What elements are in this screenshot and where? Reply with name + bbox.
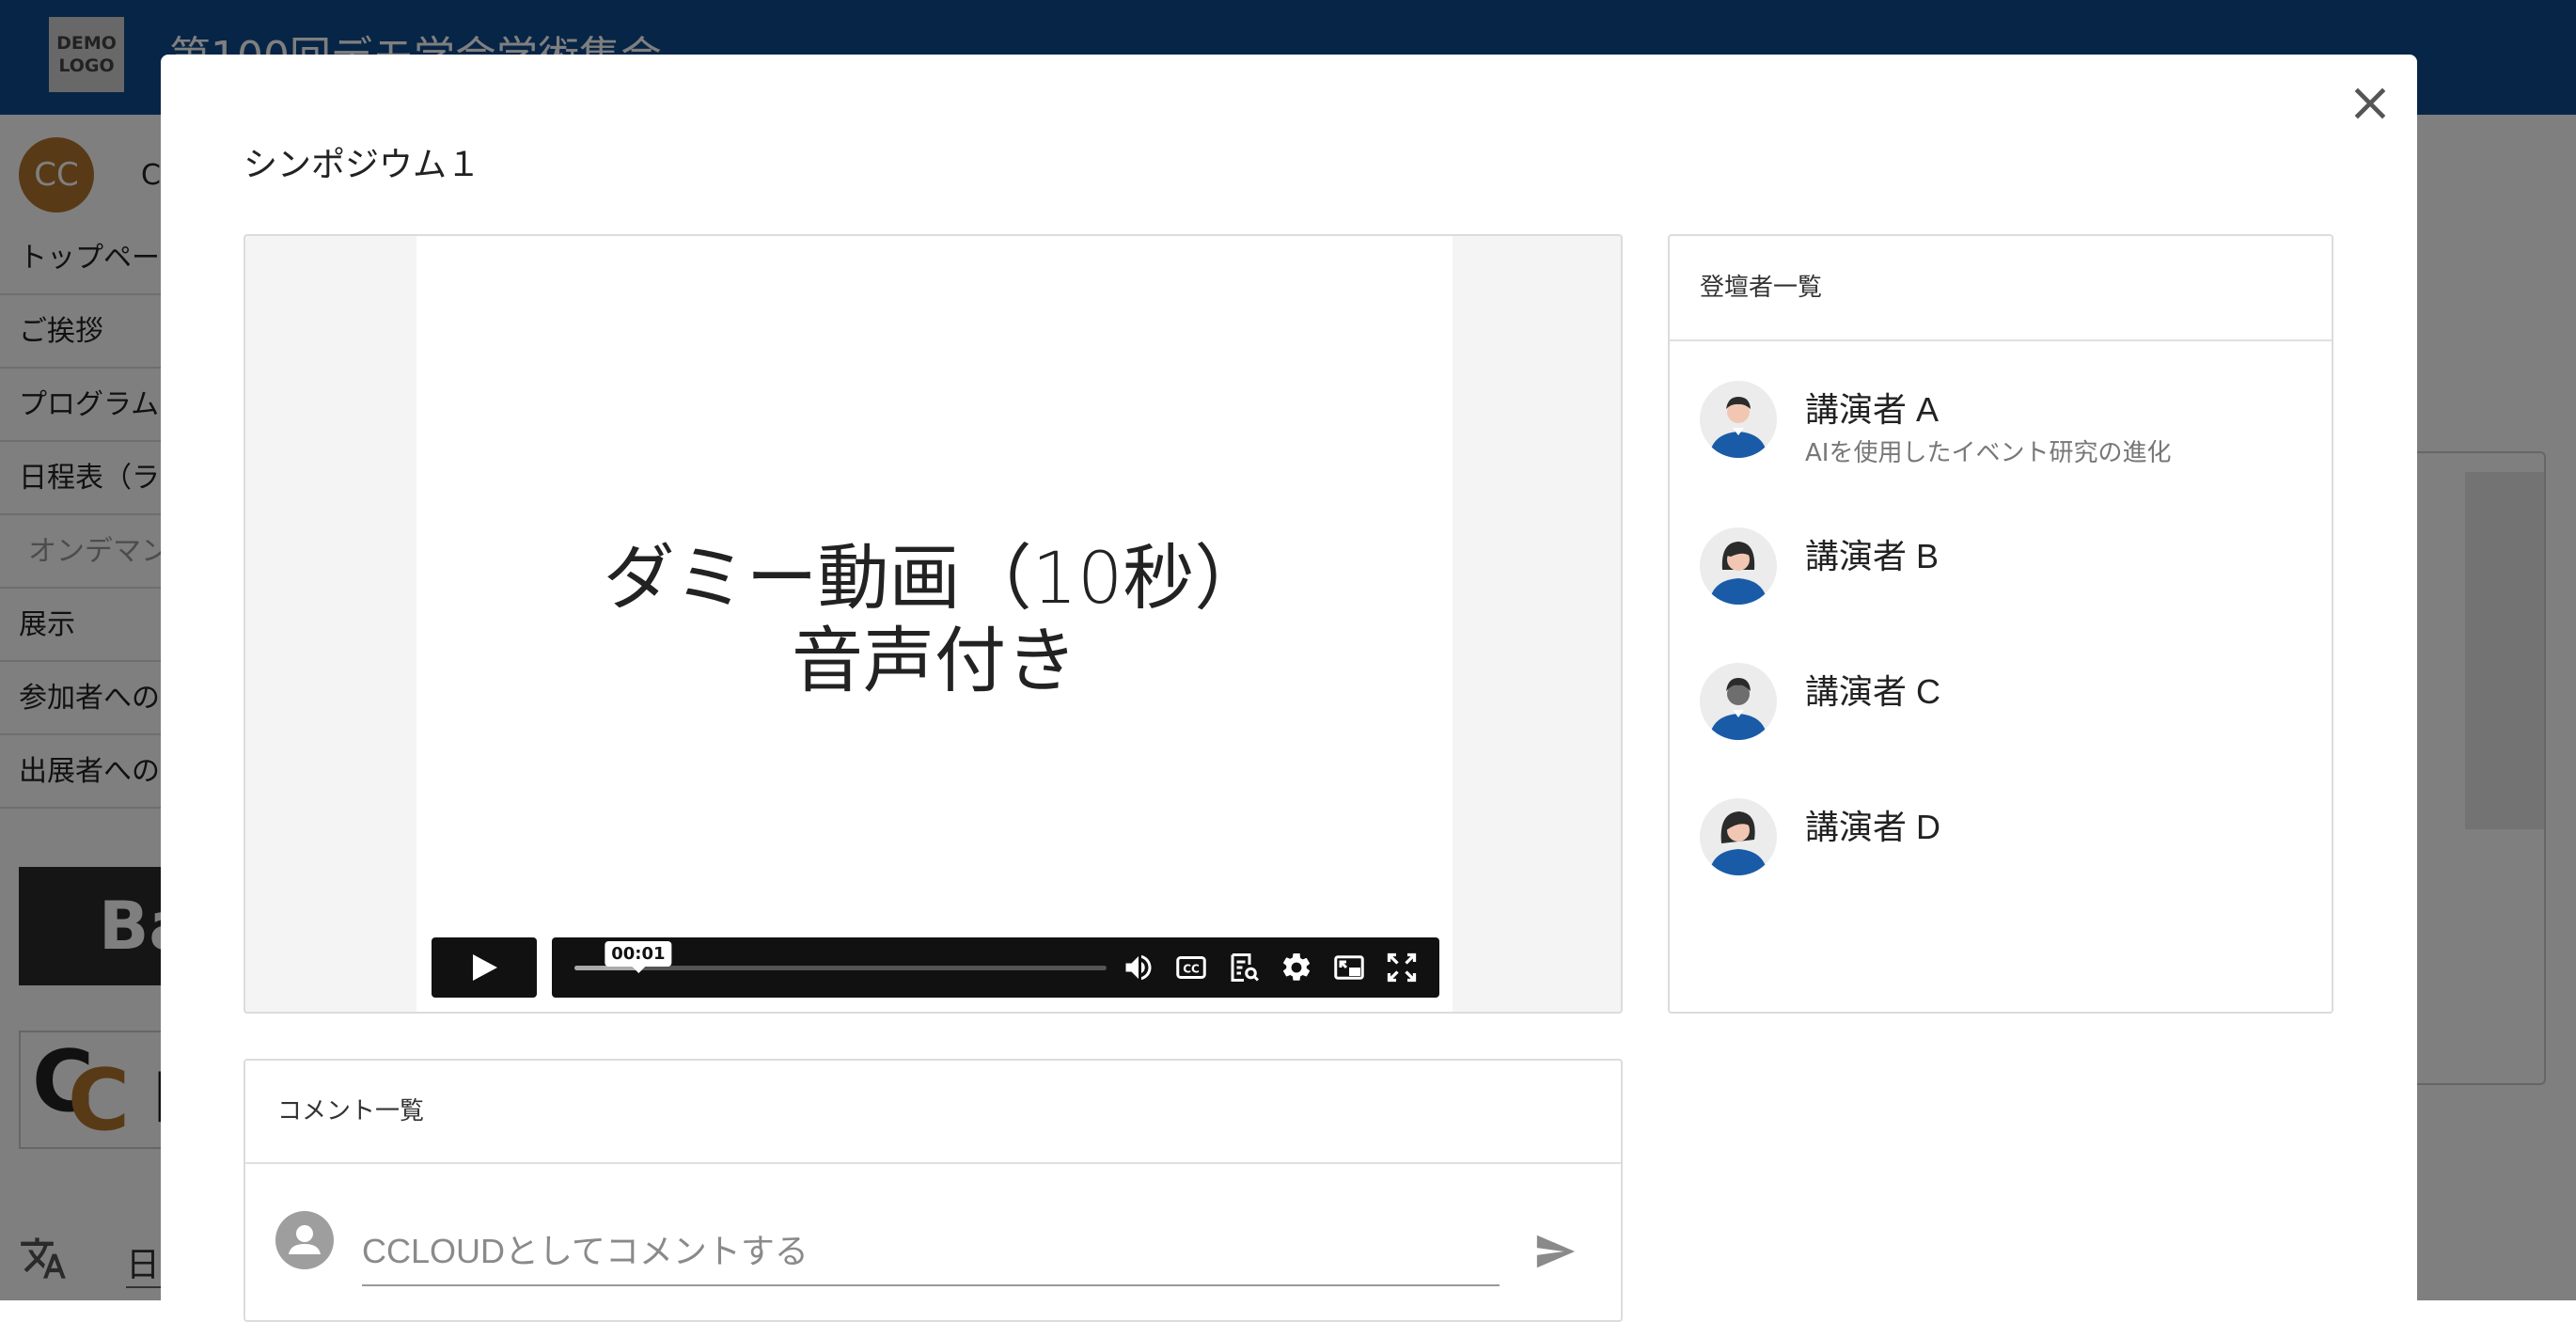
captions-icon[interactable]: CC xyxy=(1174,951,1208,984)
fullscreen-icon[interactable] xyxy=(1385,951,1419,984)
comment-list-header: コメント一覧 xyxy=(245,1061,1621,1164)
speaker-avatar xyxy=(1700,798,1777,875)
video-caption: ダミー動画（10秒） 音声付き xyxy=(416,537,1453,702)
close-icon[interactable] xyxy=(2344,77,2396,130)
speaker-name: 講演者 D xyxy=(1805,808,1941,846)
video-caption-line-2: 音声付き xyxy=(792,619,1077,702)
speaker-list-header: 登壇者一覧 xyxy=(1670,236,2332,341)
play-button[interactable] xyxy=(432,937,537,998)
video-caption-line-1: ダミー動画（10秒） xyxy=(603,536,1266,620)
speaker-topic: AIを使用したイベント研究の進化 xyxy=(1805,439,2172,467)
user-avatar-icon xyxy=(275,1211,334,1269)
speaker-avatar xyxy=(1700,381,1777,458)
video-frame[interactable]: ダミー動画（10秒） 音声付き 00:01 CC xyxy=(416,236,1453,1012)
svg-text:CC: CC xyxy=(1183,962,1200,975)
comment-list: コメント一覧 xyxy=(243,1059,1623,1322)
speaker-item[interactable]: 講演者 B xyxy=(1700,527,2311,622)
speaker-name: 講演者 C xyxy=(1805,672,1941,711)
comment-input[interactable] xyxy=(362,1226,1500,1286)
speaker-avatar xyxy=(1700,663,1777,740)
speaker-item[interactable]: 講演者 D xyxy=(1700,798,2311,892)
speaker-avatar xyxy=(1700,527,1777,605)
speaker-list: 登壇者一覧 講演者 A AIを使用したイベント研究の進化 講演者 B 講演者 C xyxy=(1668,234,2333,1014)
transcript-icon[interactable] xyxy=(1227,951,1261,984)
speaker-name: 講演者 A xyxy=(1805,390,1940,429)
current-time-tooltip: 00:01 xyxy=(605,941,672,973)
speaker-item[interactable]: 講演者 C xyxy=(1700,663,2311,757)
send-icon[interactable] xyxy=(1533,1230,1577,1273)
progress-bar[interactable]: 00:01 xyxy=(574,941,1107,973)
video-control-bar: 00:01 CC xyxy=(552,937,1439,998)
speaker-item[interactable]: 講演者 A AIを使用したイベント研究の進化 xyxy=(1700,381,2311,475)
session-modal: シンポジウム１ ダミー動画（10秒） 音声付き 00:01 CC 登壇者一覧 講… xyxy=(161,55,2417,1322)
play-icon xyxy=(473,954,497,981)
volume-icon[interactable] xyxy=(1122,951,1155,984)
picture-in-picture-icon[interactable] xyxy=(1332,951,1366,984)
speaker-name: 講演者 B xyxy=(1805,537,1940,575)
settings-icon[interactable] xyxy=(1280,951,1313,984)
modal-title: シンポジウム１ xyxy=(243,146,481,184)
video-player[interactable]: ダミー動画（10秒） 音声付き 00:01 CC xyxy=(243,234,1623,1014)
